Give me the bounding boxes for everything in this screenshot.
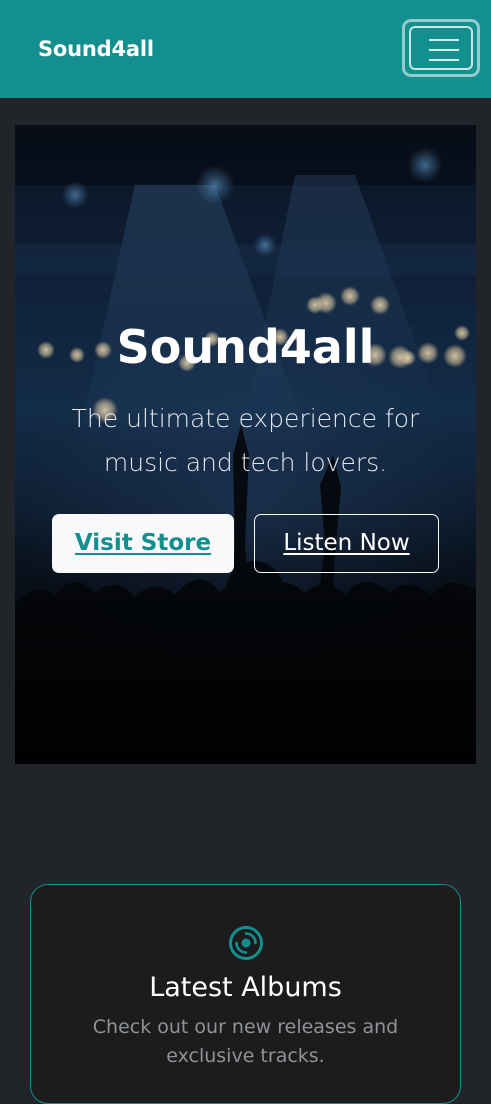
card-description: Check out our new releases and exclusive… [92,1016,399,1067]
hamburger-menu-icon [409,26,473,70]
navbar: Sound4all [0,0,491,98]
card-title: Latest Albums [149,972,342,1003]
brand-logo[interactable]: Sound4all [38,34,154,64]
latest-albums-card[interactable]: Latest Albums Check out our new releases… [30,884,461,1104]
navbar-toggle-button[interactable] [402,19,480,77]
hero-title: Sound4all [116,320,375,374]
visit-store-button[interactable]: Visit Store [52,514,234,573]
hero-content: Sound4all The ultimate experience for mu… [15,125,476,764]
hero-section: Sound4all The ultimate experience for mu… [15,125,476,764]
hero-tagline: The ultimate experience for music and te… [71,404,420,477]
disc-icon [229,926,263,960]
listen-now-button[interactable]: Listen Now [254,514,439,573]
